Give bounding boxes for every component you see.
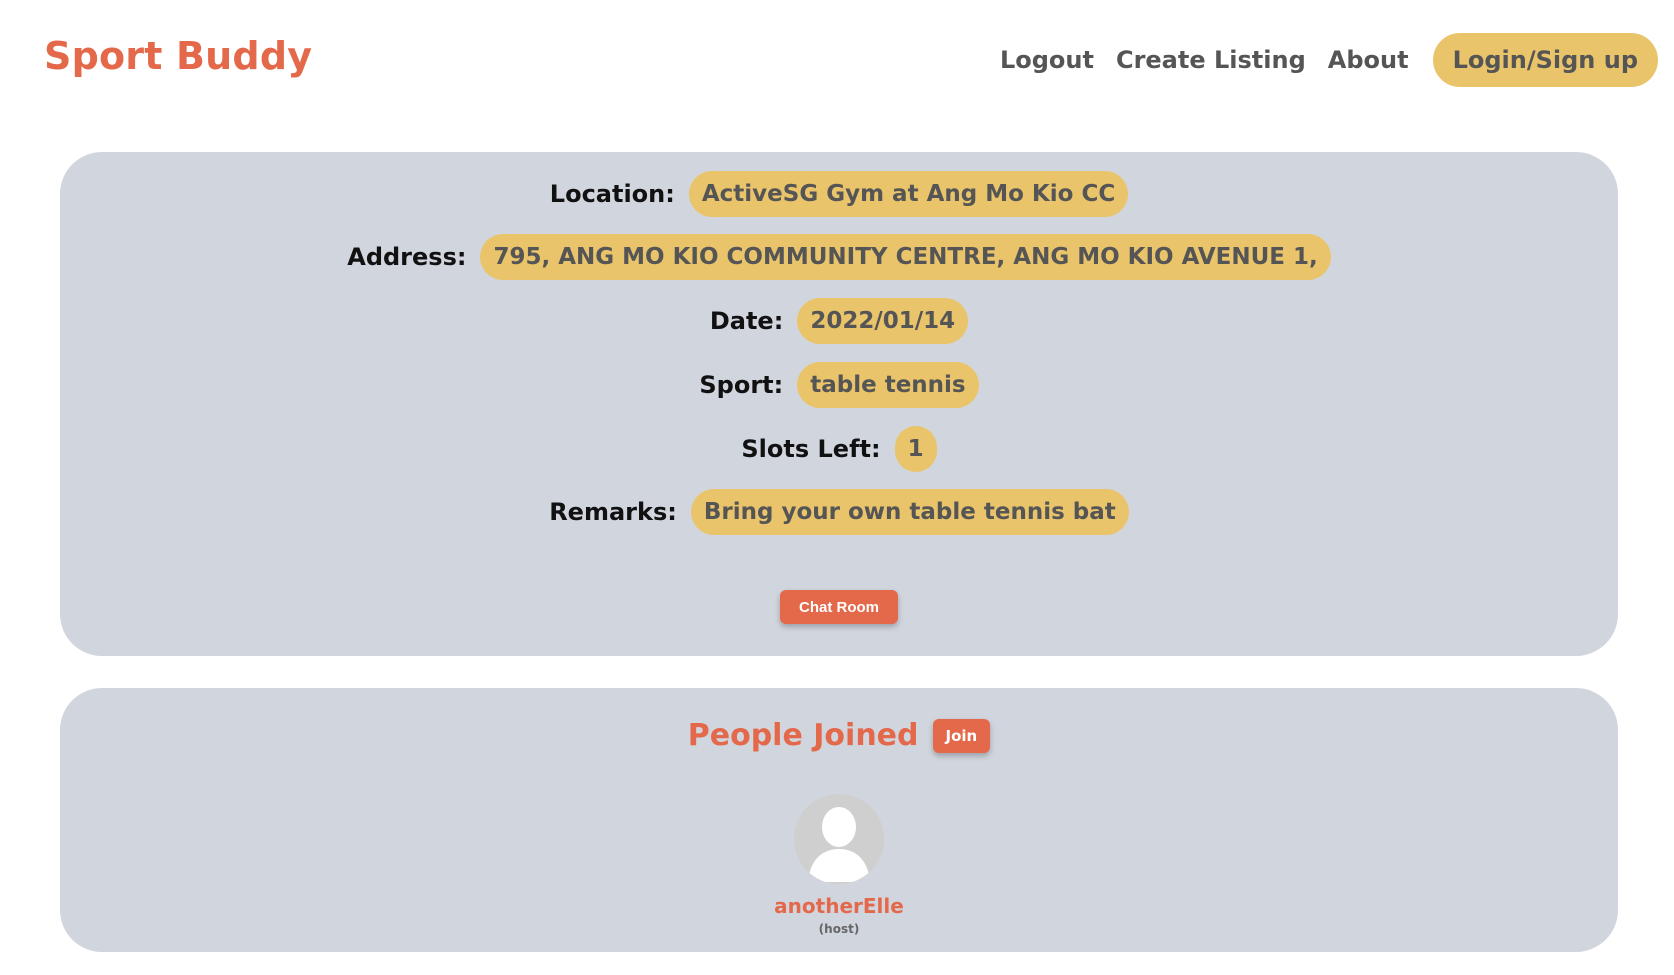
login-signup-button[interactable]: Login/Sign up (1432, 33, 1658, 87)
address-value: 795, ANG MO KIO COMMUNITY CENTRE, ANG MO… (480, 234, 1331, 280)
member-item[interactable]: anotherElle (host) (60, 794, 1618, 936)
slots-label: Slots Left: (741, 435, 881, 463)
address-label: Address: (347, 243, 467, 271)
about-link[interactable]: About (1328, 46, 1409, 74)
default-user-avatar-icon (794, 794, 884, 884)
address-row: Address: 795, ANG MO KIO COMMUNITY CENTR… (60, 234, 1618, 280)
date-label: Date: (709, 307, 784, 335)
location-row: Location: ActiveSG Gym at Ang Mo Kio CC (60, 171, 1618, 217)
member-name[interactable]: anotherElle (774, 894, 904, 918)
people-joined-header: People Joined Join (60, 718, 1618, 753)
listing-details-card: Location: ActiveSG Gym at Ang Mo Kio CC … (60, 152, 1618, 656)
people-joined-card: People Joined Join anotherElle (host) (60, 688, 1618, 952)
location-label: Location: (549, 180, 675, 208)
member-role: (host) (818, 922, 860, 936)
user-silhouette-icon (794, 794, 884, 884)
chat-room-button[interactable]: Chat Room (780, 590, 898, 624)
main-nav: Logout Create Listing About Login/Sign u… (978, 33, 1658, 87)
brand-logo[interactable]: Sport Buddy (44, 34, 312, 78)
join-button[interactable]: Join (932, 718, 991, 753)
remarks-value: Bring your own table tennis bat (690, 489, 1129, 535)
sport-row: Sport: table tennis (60, 362, 1618, 408)
logout-link[interactable]: Logout (1000, 46, 1094, 74)
sport-value: table tennis (797, 362, 979, 408)
create-listing-link[interactable]: Create Listing (1116, 46, 1306, 74)
site-header: Sport Buddy Logout Create Listing About … (0, 0, 1674, 120)
slots-value: 1 (894, 426, 937, 472)
remarks-row: Remarks: Bring your own table tennis bat (60, 489, 1618, 535)
people-joined-title: People Joined (687, 718, 919, 753)
sport-label: Sport: (699, 371, 784, 399)
location-value: ActiveSG Gym at Ang Mo Kio CC (688, 171, 1129, 217)
date-row: Date: 2022/01/14 (60, 298, 1618, 344)
date-value: 2022/01/14 (797, 298, 969, 344)
slots-row: Slots Left: 1 (60, 426, 1618, 472)
remarks-label: Remarks: (549, 498, 677, 526)
